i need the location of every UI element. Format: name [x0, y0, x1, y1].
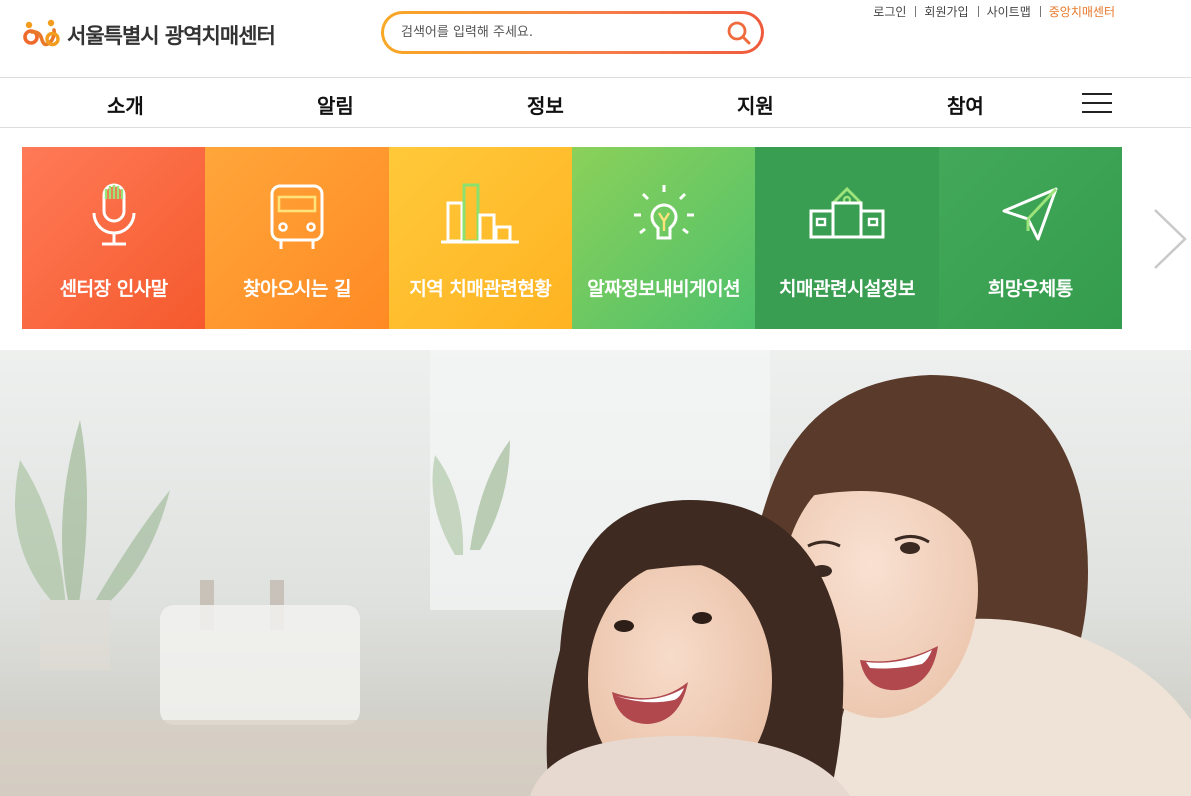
login-link[interactable]: 로그인: [864, 3, 915, 20]
bus-icon: [270, 184, 324, 249]
search-icon: [727, 21, 751, 44]
quick-links: 센터장 인사말 찾아오시는 길 지역 치매관련현황 알짜정보내비게이션 치매관련…: [22, 147, 1122, 329]
header: 서울특별시 광역치매센터 로그인 회원가입 사이트맵 중앙치매센터: [0, 0, 1191, 78]
tile-label: 희망우체통: [987, 278, 1073, 300]
bar-chart-icon: [441, 183, 520, 244]
tile-label: 센터장 인사말: [59, 278, 169, 300]
search-button[interactable]: [717, 15, 761, 51]
utility-links: 로그인 회원가입 사이트맵 중앙치매센터: [864, 3, 1115, 20]
tile-directions[interactable]: 찾아오시는 길: [205, 147, 389, 329]
nav-item-support[interactable]: 지원: [737, 90, 774, 119]
microphone-icon: [92, 183, 136, 246]
hero-banner: [0, 350, 1191, 796]
search-box: [381, 11, 764, 54]
logo-icon: [23, 19, 60, 47]
nav-item-info[interactable]: 정보: [527, 90, 564, 119]
logo-text: 서울특별시 광역치매센터: [67, 24, 276, 48]
chevron-right-icon[interactable]: [1152, 207, 1188, 271]
tile-greeting[interactable]: 센터장 인사말: [22, 147, 206, 329]
tile-facility-info[interactable]: 치매관련시설정보: [755, 147, 939, 329]
main-nav: 소개 알림 정보 지원 참여: [0, 77, 1191, 128]
search-input[interactable]: [401, 25, 717, 40]
nav-item-participate[interactable]: 참여: [947, 90, 984, 119]
nav-item-about[interactable]: 소개: [107, 90, 144, 119]
paper-plane-icon: [1002, 187, 1058, 241]
site-logo[interactable]: 서울특별시 광역치매센터: [22, 18, 276, 52]
sitemap-link[interactable]: 사이트맵: [977, 3, 1040, 20]
hero-photo: [0, 350, 1191, 796]
tile-label: 지역 치매관련현황: [409, 278, 552, 300]
tile-hope-mailbox[interactable]: 희망우체통: [938, 147, 1122, 329]
building-icon: [809, 186, 885, 239]
signup-link[interactable]: 회원가입: [915, 3, 977, 20]
lightbulb-icon: [633, 185, 694, 240]
tile-label: 알짜정보내비게이션: [587, 278, 741, 300]
tile-info-navigation[interactable]: 알짜정보내비게이션: [571, 147, 756, 329]
tile-regional-status[interactable]: 지역 치매관련현황: [388, 147, 572, 329]
central-center-link[interactable]: 중앙치매센터: [1039, 3, 1115, 20]
tile-label: 찾아오시는 길: [242, 278, 352, 300]
menu-icon[interactable]: [1082, 93, 1112, 115]
tile-label: 치매관련시설정보: [779, 278, 915, 300]
nav-item-notice[interactable]: 알림: [317, 90, 354, 119]
